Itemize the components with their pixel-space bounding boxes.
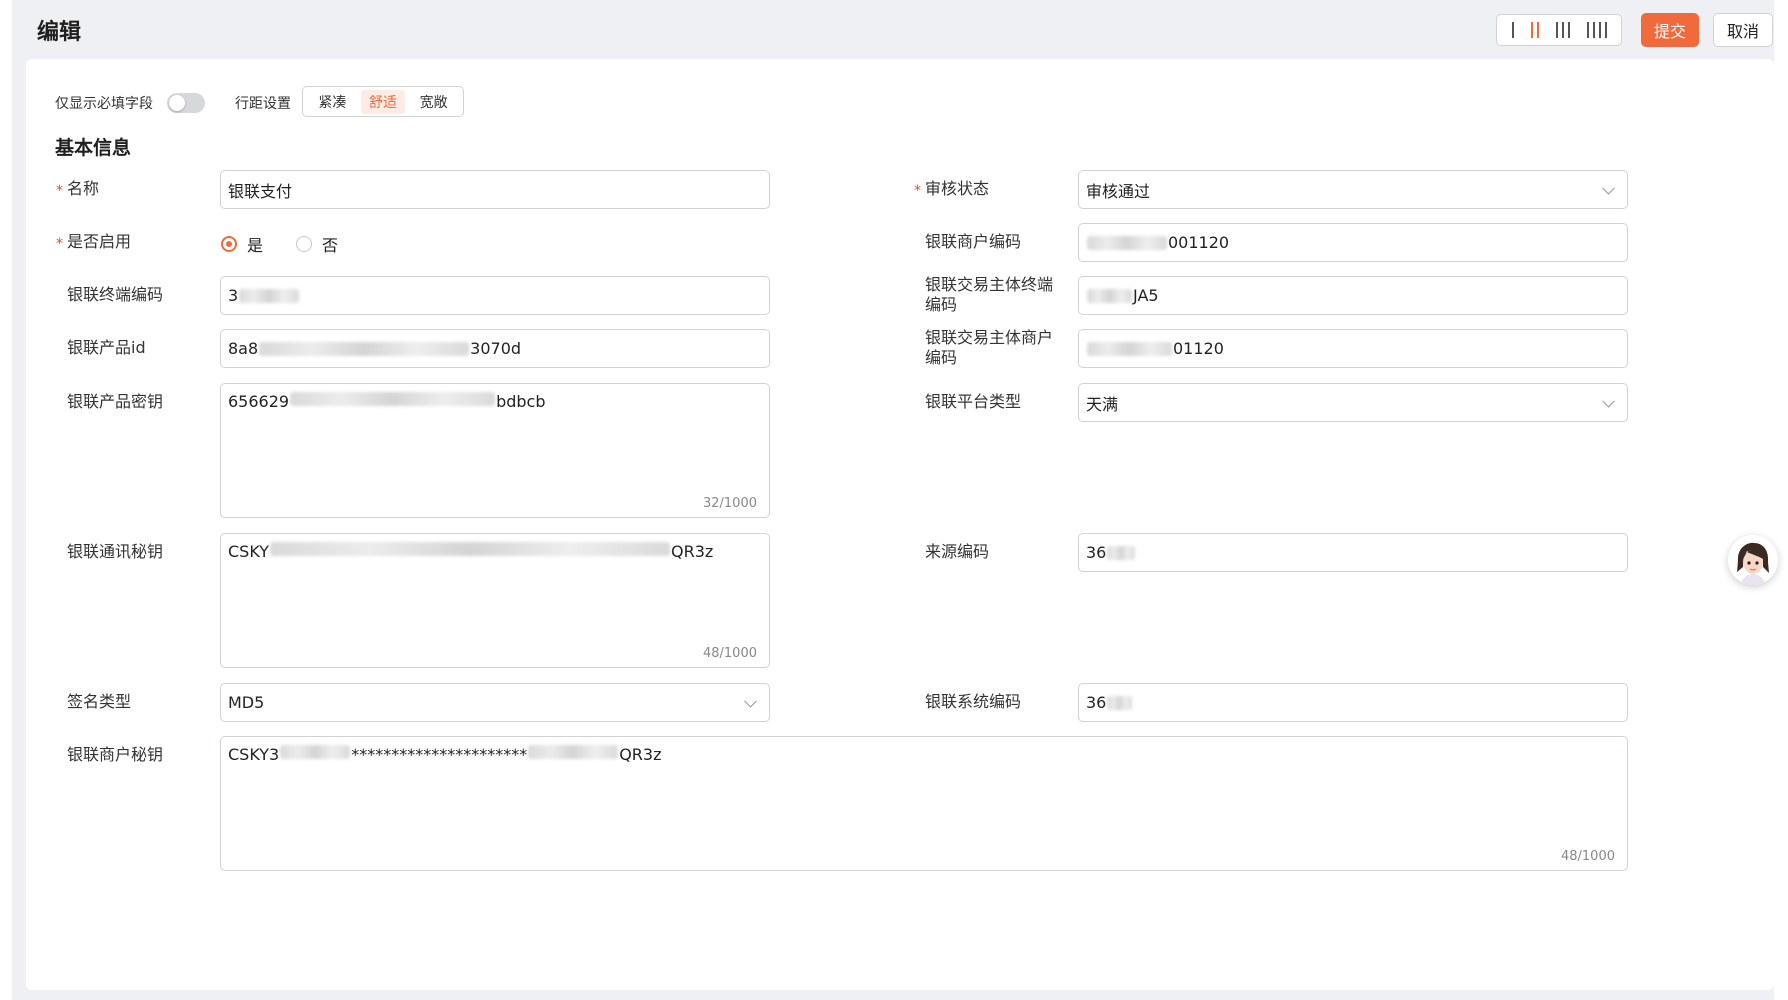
name-input[interactable]: 银联支付 [220, 170, 770, 209]
masked-text [290, 392, 496, 406]
char-counter: 48/1000 [1560, 849, 1615, 864]
platform-type-label: 银联平台类型 [925, 392, 1022, 411]
masked-text [270, 542, 671, 556]
source-code-input[interactable]: 36 [1078, 533, 1628, 572]
merchant-key-textarea[interactable]: CSKY3 ********************** QR3z 48/1000 [220, 736, 1628, 871]
chevron-down-icon [1602, 394, 1615, 408]
product-key-textarea[interactable]: 656629 bdbcb 32/1000 [220, 383, 770, 518]
required-mark: * [56, 236, 63, 252]
product-id-input[interactable]: 8a8 3070d [220, 329, 770, 368]
system-code-input[interactable]: 36 [1078, 683, 1628, 722]
system-code-label: 银联系统编码 [925, 692, 1022, 711]
masked-text [280, 745, 351, 759]
audit-status-label: * 审核状态 [914, 179, 990, 199]
masked-text [528, 745, 619, 759]
char-counter: 32/1000 [702, 496, 757, 511]
one-column-icon[interactable] [1511, 22, 1514, 38]
radio-dot-icon [296, 236, 312, 252]
four-column-icon[interactable] [1586, 22, 1607, 38]
trade-merchant-code-input[interactable]: 01120 [1078, 329, 1628, 368]
chevron-down-icon [744, 694, 757, 708]
sign-type-label: 签名类型 [67, 692, 132, 711]
trade-terminal-code-label: 银联交易主体终端编码 [925, 275, 1054, 314]
source-code-label: 来源编码 [925, 542, 990, 561]
char-counter: 48/1000 [702, 646, 757, 661]
spacing-wide[interactable]: 宽敞 [412, 90, 456, 114]
required-mark: * [56, 183, 63, 199]
product-id-label: 银联产品id [67, 338, 146, 357]
platform-type-select[interactable]: 天满 [1078, 383, 1628, 422]
terminal-code-label: 银联终端编码 [67, 285, 164, 304]
masked-text [1107, 695, 1133, 710]
terminal-code-input[interactable]: 3 [220, 276, 770, 315]
column-layout-switch [1496, 14, 1622, 46]
two-column-icon[interactable] [1530, 22, 1539, 38]
spacing-segmented-control: 紧凑 舒适 宽敞 [302, 86, 464, 117]
page-title: 编辑 [37, 20, 82, 45]
cancel-button[interactable]: 取消 [1713, 13, 1773, 47]
trade-merchant-code-label: 银联交易主体商户编码 [925, 328, 1054, 367]
audit-status-select[interactable]: 审核通过 [1078, 170, 1628, 209]
merchant-key-label: 银联商户秘钥 [67, 745, 164, 764]
trade-terminal-code-input[interactable]: JA5 [1078, 276, 1628, 315]
masked-text [1087, 235, 1167, 250]
masked-text [1107, 545, 1136, 560]
radio-dot-icon [221, 236, 237, 252]
masked-text [1087, 288, 1132, 303]
enabled-no-radio[interactable]: 否 [296, 232, 338, 256]
name-label: * 名称 [56, 179, 100, 199]
spacing-compact[interactable]: 紧凑 [310, 90, 354, 114]
masked-text [1087, 341, 1172, 356]
required-only-label: 仅显示必填字段 [55, 96, 153, 112]
chevron-down-icon [1602, 181, 1615, 195]
three-column-icon[interactable] [1555, 22, 1570, 38]
merchant-code-label: 银联商户编码 [925, 232, 1022, 251]
comm-key-textarea[interactable]: CSKY QR3z 48/1000 [220, 533, 770, 668]
section-title: 基本信息 [55, 137, 132, 159]
toggle-knob [169, 95, 185, 111]
enabled-yes-radio[interactable]: 是 [221, 232, 263, 256]
product-key-label: 银联产品密钥 [67, 392, 164, 411]
required-only-toggle[interactable] [167, 93, 205, 113]
masked-text [259, 341, 470, 356]
spacing-label: 行距设置 [235, 96, 291, 112]
submit-button[interactable]: 提交 [1641, 13, 1699, 47]
merchant-code-input[interactable]: 001120 [1078, 223, 1628, 262]
required-mark: * [914, 183, 921, 199]
masked-text [239, 288, 300, 303]
assistant-avatar-icon[interactable] [1728, 535, 1778, 585]
enabled-label: * 是否启用 [56, 232, 132, 252]
comm-key-label: 银联通讯秘钥 [67, 542, 164, 561]
spacing-comfortable[interactable]: 舒适 [360, 89, 405, 114]
sign-type-select[interactable]: MD5 [220, 683, 770, 722]
